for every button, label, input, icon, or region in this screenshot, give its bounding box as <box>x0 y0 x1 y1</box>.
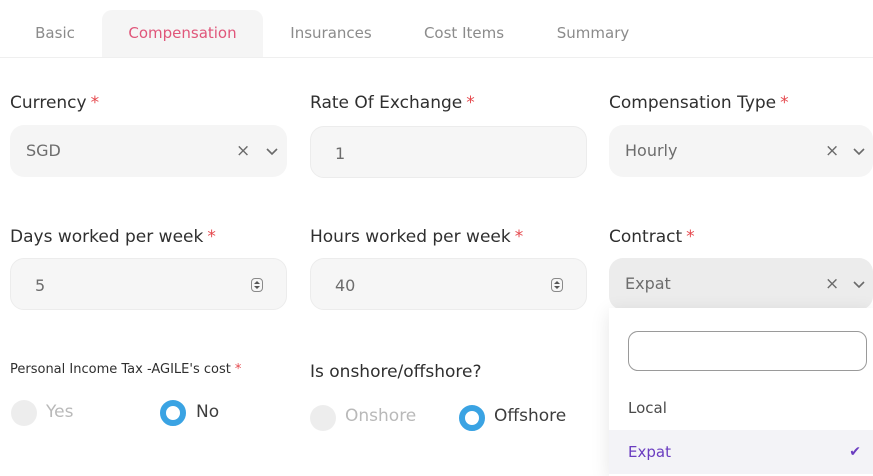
contract-value: Expat <box>625 274 671 293</box>
close-icon[interactable]: × <box>236 125 250 177</box>
compensation-type-label: Compensation Type * <box>609 93 789 113</box>
rate-of-exchange-label: Rate Of Exchange * <box>310 93 475 113</box>
days-per-week-label-text: Days worked per week <box>10 227 204 247</box>
required-marker: * <box>686 227 695 247</box>
rate-of-exchange-input[interactable]: 1 <box>310 126 587 178</box>
tab-compensation[interactable]: Compensation <box>102 10 263 57</box>
chevron-down-icon[interactable] <box>852 277 866 291</box>
rate-of-exchange-label-text: Rate Of Exchange <box>310 93 463 113</box>
required-marker: * <box>780 93 789 113</box>
hours-per-week-label-text: Hours worked per week <box>310 227 511 247</box>
dropdown-search-input[interactable] <box>628 331 867 371</box>
offshore-label[interactable]: Offshore <box>494 406 566 426</box>
days-per-week-input[interactable]: 5 <box>10 258 287 310</box>
compensation-type-label-text: Compensation Type <box>609 93 777 113</box>
contract-dropdown-menu: Local Expat ✔ <box>609 308 873 476</box>
hours-per-week-label: Hours worked per week * <box>310 227 523 247</box>
income-tax-label: Personal Income Tax -AGILE's cost * <box>10 362 241 377</box>
dropdown-option-label: Expat <box>628 443 671 461</box>
income-tax-yes-label[interactable]: Yes <box>46 402 73 422</box>
close-icon[interactable]: × <box>825 125 839 177</box>
hours-per-week-value: 40 <box>335 276 356 295</box>
rate-of-exchange-value: 1 <box>335 144 346 163</box>
contract-label-text: Contract <box>609 227 683 247</box>
chevron-down-icon[interactable] <box>265 144 279 158</box>
currency-select[interactable]: SGD × <box>10 125 287 177</box>
income-tax-no-label[interactable]: No <box>196 402 219 422</box>
dropdown-option-label: Local <box>628 399 667 417</box>
compensation-type-select[interactable]: Hourly × <box>609 125 873 177</box>
tab-insurances[interactable]: Insurances <box>276 10 386 57</box>
required-marker: * <box>207 227 216 247</box>
currency-label: Currency * <box>10 93 99 113</box>
days-per-week-label: Days worked per week * <box>10 227 216 247</box>
required-marker: * <box>90 93 100 113</box>
number-stepper-icon[interactable] <box>251 278 263 292</box>
compensation-type-value: Hourly <box>625 141 678 160</box>
tab-basic[interactable]: Basic <box>17 10 93 57</box>
hours-per-week-input[interactable]: 40 <box>310 258 587 310</box>
contract-select[interactable]: Expat × <box>609 258 873 310</box>
dropdown-option-local[interactable]: Local <box>609 386 873 430</box>
checkmark-icon: ✔ <box>849 444 861 460</box>
shore-label-text: Is onshore/offshore? <box>310 362 482 382</box>
income-tax-label-text: Personal Income Tax -AGILE's cost <box>10 362 231 377</box>
offshore-radio[interactable] <box>459 405 485 431</box>
tab-summary[interactable]: Summary <box>543 10 643 57</box>
onshore-radio[interactable] <box>310 405 336 431</box>
tab-bar: Basic Compensation Insurances Cost Items… <box>0 10 873 58</box>
required-marker: * <box>466 93 475 113</box>
chevron-down-icon[interactable] <box>852 144 866 158</box>
income-tax-yes-radio[interactable] <box>11 400 37 426</box>
shore-label: Is onshore/offshore? <box>310 362 482 382</box>
required-marker: * <box>234 362 242 377</box>
dropdown-option-expat[interactable]: Expat ✔ <box>609 430 873 474</box>
required-marker: * <box>514 227 524 247</box>
tab-cost-items[interactable]: Cost Items <box>408 10 520 57</box>
currency-value: SGD <box>26 141 61 160</box>
income-tax-no-radio[interactable] <box>160 400 186 426</box>
contract-label: Contract * <box>609 227 695 247</box>
close-icon[interactable]: × <box>825 258 839 310</box>
number-stepper-icon[interactable] <box>551 278 563 292</box>
days-per-week-value: 5 <box>35 276 46 295</box>
onshore-label[interactable]: Onshore <box>345 406 416 426</box>
currency-label-text: Currency <box>10 93 87 113</box>
